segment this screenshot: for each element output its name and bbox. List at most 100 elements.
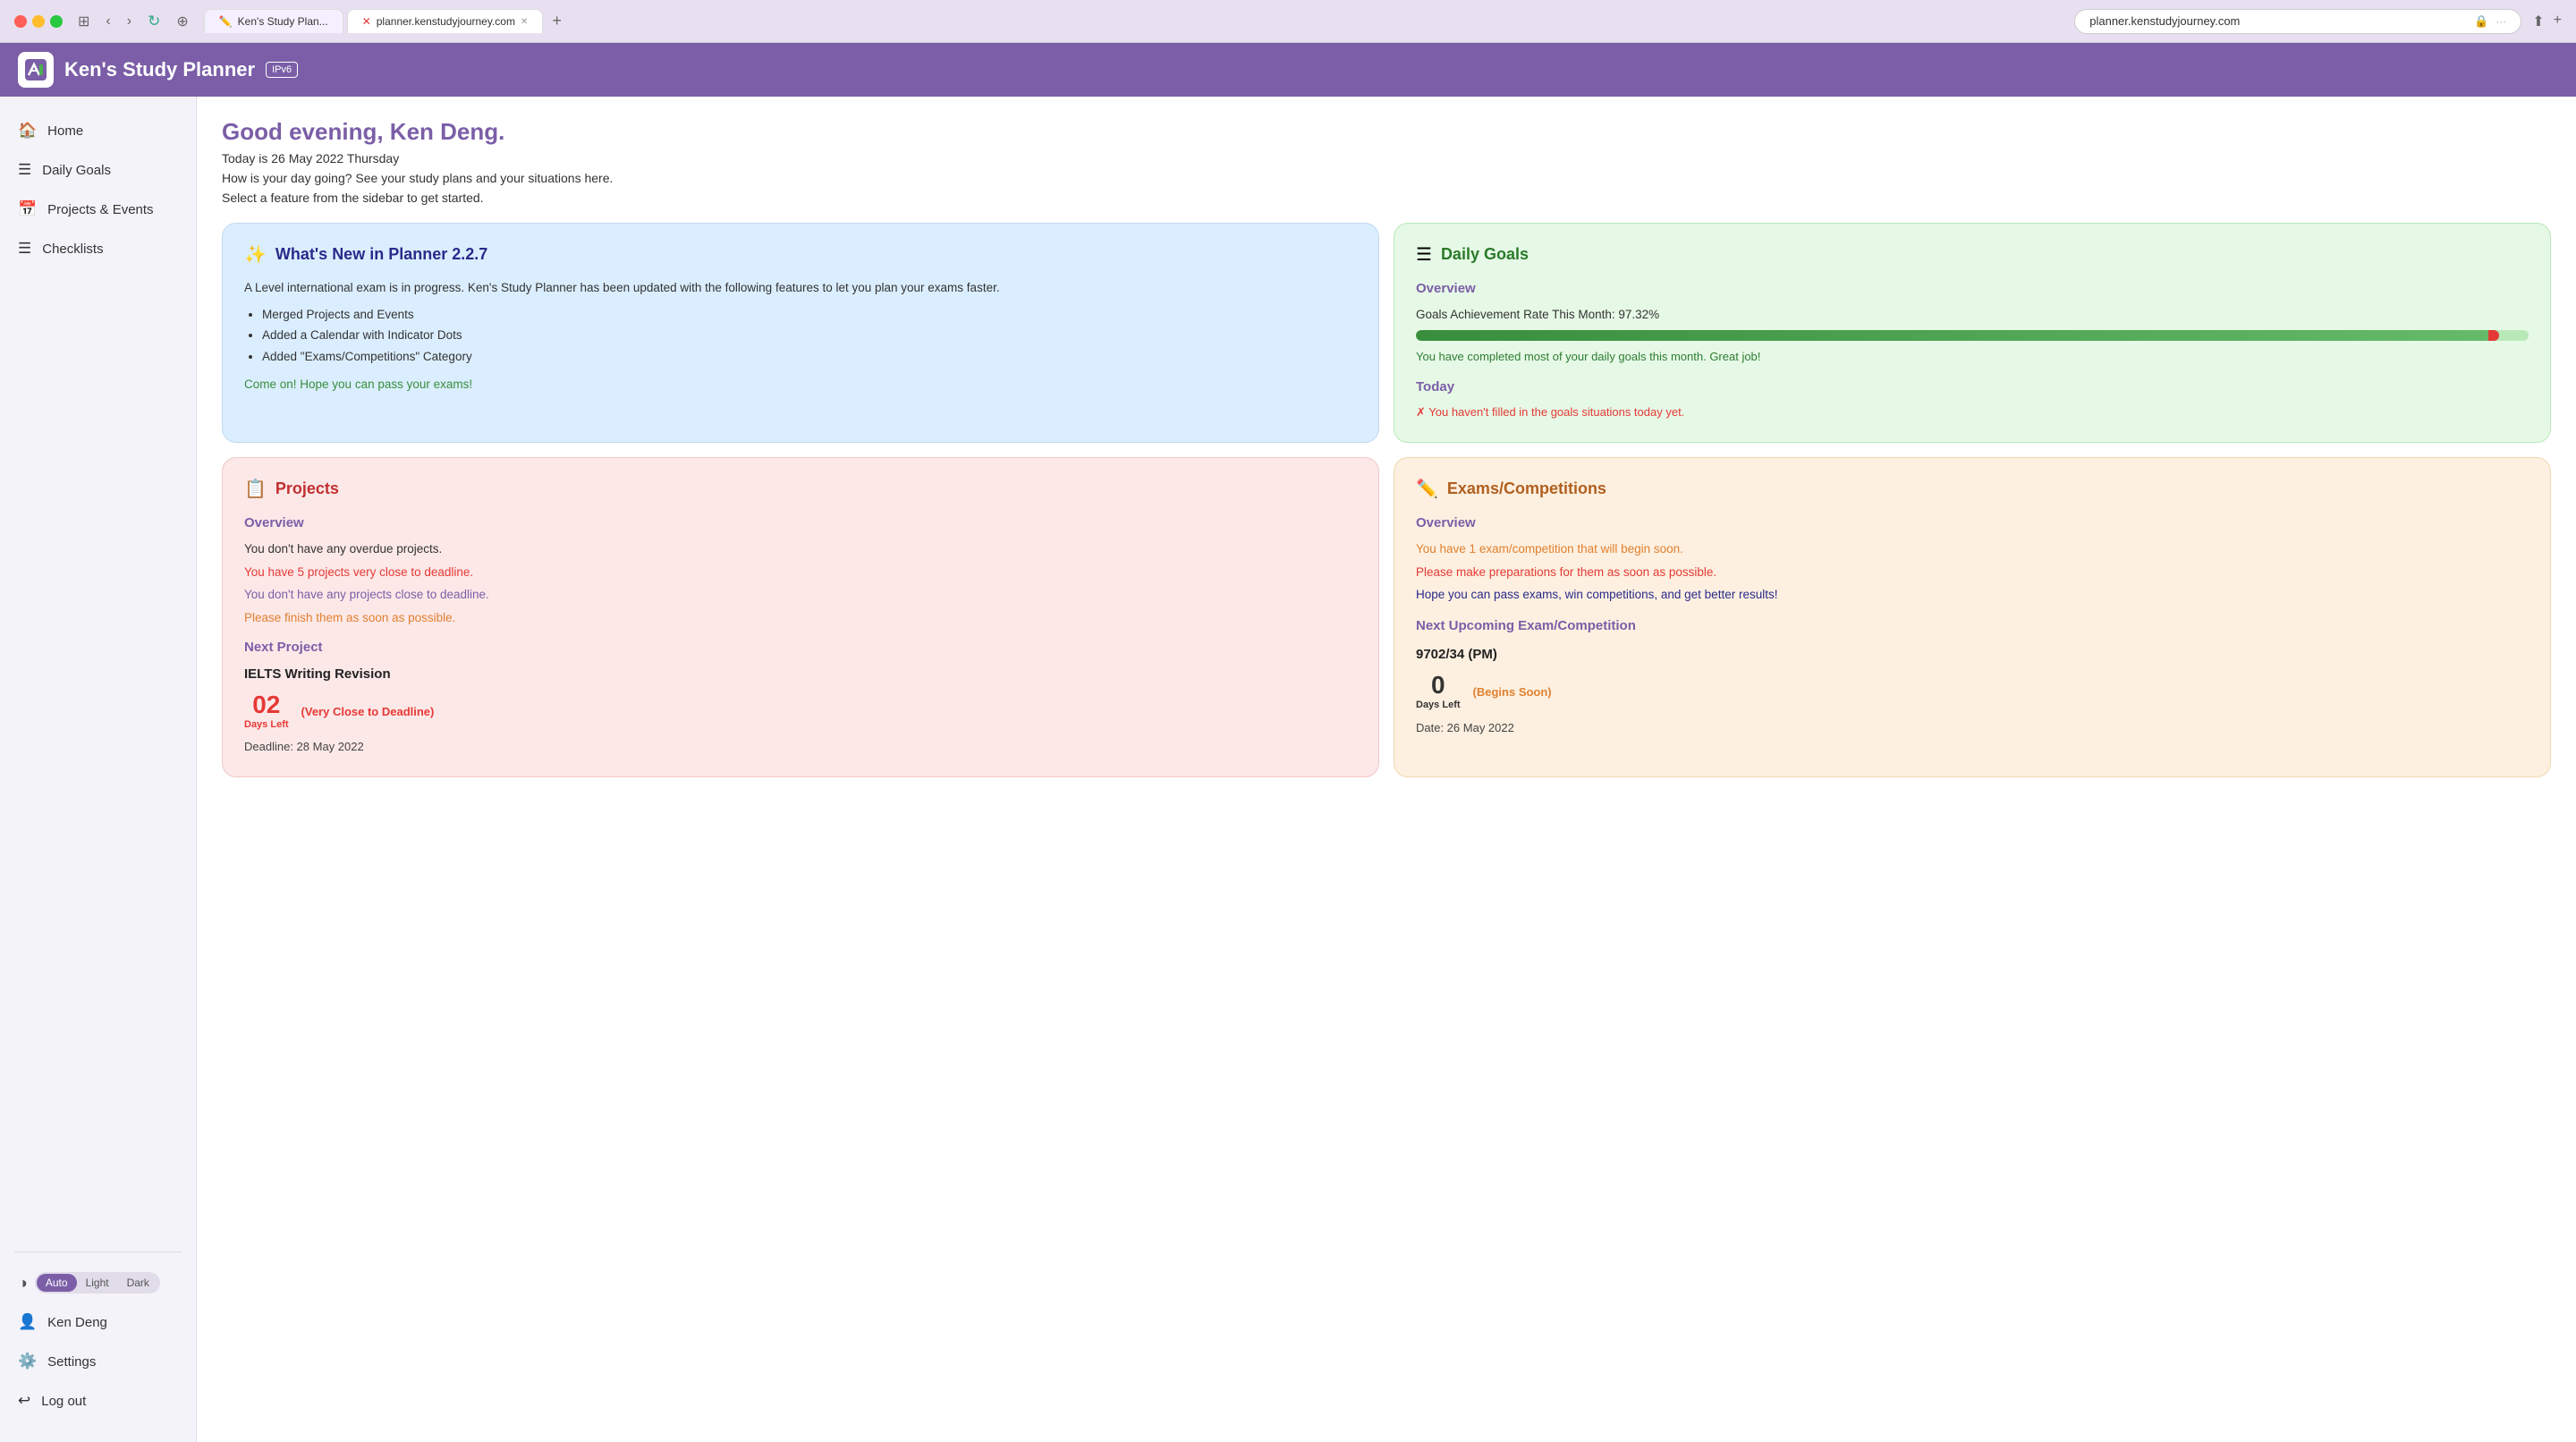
projects-title: Projects bbox=[275, 479, 339, 498]
logout-icon: ↩ bbox=[18, 1392, 30, 1410]
magic-icon: ✨ bbox=[244, 243, 267, 266]
exam-days-number: 0 bbox=[1431, 673, 1445, 698]
browser-actions: ⬆ + bbox=[2532, 13, 2562, 30]
days-label: Days Left bbox=[244, 717, 289, 734]
exam-danger: Please make preparations for them as soo… bbox=[1416, 563, 2529, 582]
tab-2[interactable]: ✕ planner.kenstudyjourney.com ✕ bbox=[347, 9, 544, 33]
exam-name: 9702/34 (PM) bbox=[1416, 644, 2529, 666]
projects-overview-label: Overview bbox=[244, 513, 1357, 534]
share-action-icon[interactable]: ⬆ bbox=[2532, 13, 2544, 30]
begins-soon-badge: (Begins Soon) bbox=[1473, 683, 1552, 702]
none-close-text: You don't have any projects close to dea… bbox=[244, 585, 1357, 605]
sidebar-item-checklists-label: Checklists bbox=[42, 242, 103, 257]
sidebar-item-checklists[interactable]: ☰ Checklists bbox=[0, 229, 196, 268]
bullet-1: Merged Projects and Events bbox=[262, 305, 1357, 325]
project-name: IELTS Writing Revision bbox=[244, 664, 1357, 685]
close-button[interactable] bbox=[14, 15, 27, 28]
sidebar-item-daily-goals[interactable]: ☰ Daily Goals bbox=[0, 150, 196, 190]
tab-1[interactable]: ✏️ Ken's Study Plan... bbox=[204, 9, 343, 33]
forward-icon[interactable]: › bbox=[123, 12, 136, 31]
lock-icon: 🔒 bbox=[2474, 14, 2488, 29]
url-bar[interactable]: planner.kenstudyjourney.com 🔒 ··· bbox=[2074, 9, 2521, 34]
sidebar-item-projects[interactable]: 📅 Projects & Events bbox=[0, 190, 196, 229]
sidebar-item-daily-goals-label: Daily Goals bbox=[42, 163, 111, 178]
next-exam-label: Next Upcoming Exam/Competition bbox=[1416, 615, 2529, 637]
goals-list-icon: ☰ bbox=[1416, 243, 1432, 266]
checklist-icon: ☰ bbox=[18, 240, 31, 258]
gear-icon: ⚙️ bbox=[18, 1353, 37, 1370]
whats-new-body: A Level international exam is in progres… bbox=[244, 278, 1357, 394]
share-icon[interactable]: ⊕ bbox=[172, 11, 192, 32]
goals-today-label: Today bbox=[1416, 377, 2529, 398]
theme-pill: Auto Light Dark bbox=[35, 1272, 160, 1294]
maximize-button[interactable] bbox=[50, 15, 63, 28]
bullet-2: Added a Calendar with Indicator Dots bbox=[262, 326, 1357, 345]
back-icon[interactable]: ‹ bbox=[101, 12, 114, 31]
daily-goals-card: ☰ Daily Goals Overview Goals Achievement… bbox=[1394, 223, 2551, 443]
very-close-text: You have 5 projects very close to deadli… bbox=[244, 563, 1357, 582]
user-icon: 👤 bbox=[18, 1313, 37, 1331]
app-header: Ken's Study Planner IPv6 bbox=[0, 43, 2576, 97]
whats-new-card-header: ✨ What's New in Planner 2.2.7 bbox=[244, 243, 1357, 266]
tab-bar: ✏️ Ken's Study Plan... ✕ planner.kenstud… bbox=[204, 9, 2064, 33]
sidebar-item-home[interactable]: 🏠 Home bbox=[0, 111, 196, 150]
sidebar-item-logout[interactable]: ↩ Log out bbox=[0, 1381, 196, 1421]
project-deadline-row: 02 Days Left (Very Close to Deadline) bbox=[244, 692, 1357, 734]
select-line: Select a feature from the sidebar to get… bbox=[222, 191, 2551, 205]
exams-overview-label: Overview bbox=[1416, 513, 2529, 534]
projects-body: Overview You don't have any overdue proj… bbox=[244, 513, 1357, 757]
sidebar-item-settings[interactable]: ⚙️ Settings bbox=[0, 1342, 196, 1381]
goals-encourage: You have completed most of your daily go… bbox=[1416, 348, 2529, 367]
whats-new-text: A Level international exam is in progres… bbox=[244, 278, 1357, 298]
whats-new-bullets: Merged Projects and Events Added a Calen… bbox=[262, 305, 1357, 367]
theme-auto-option[interactable]: Auto bbox=[37, 1274, 77, 1292]
refresh-icon[interactable]: ↻ bbox=[143, 11, 165, 32]
how-line: How is your day going? See your study pl… bbox=[222, 171, 2551, 185]
new-tab-button[interactable]: + bbox=[547, 12, 567, 30]
exams-body: Overview You have 1 exam/competition tha… bbox=[1416, 513, 2529, 737]
exam-days-label: Days Left bbox=[1416, 698, 1461, 714]
sidebar-nav: 🏠 Home ☰ Daily Goals 📅 Projects & Events… bbox=[0, 111, 196, 1241]
exam-hope: Hope you can pass exams, win competition… bbox=[1416, 585, 2529, 605]
sidebar-item-user[interactable]: 👤 Ken Deng bbox=[0, 1302, 196, 1342]
whats-new-title: What's New in Planner 2.2.7 bbox=[275, 245, 487, 264]
goals-rate-text: Goals Achievement Rate This Month: 97.32… bbox=[1416, 305, 2529, 325]
browser-nav-controls: ⊞ ‹ › ↻ ⊕ bbox=[73, 11, 193, 32]
new-tab-action-icon[interactable]: + bbox=[2554, 13, 2562, 30]
theme-light-option[interactable]: Light bbox=[77, 1274, 118, 1292]
sidebar-item-home-label: Home bbox=[47, 123, 83, 139]
next-project-label: Next Project bbox=[244, 637, 1357, 658]
exams-card-header: ✏️ Exams/Competitions bbox=[1416, 478, 2529, 500]
cards-grid: ✨ What's New in Planner 2.2.7 A Level in… bbox=[222, 223, 2551, 777]
app-title: Ken's Study Planner bbox=[64, 58, 255, 81]
deadline-text: Deadline: 28 May 2022 bbox=[244, 738, 1357, 757]
exams-icon: ✏️ bbox=[1416, 478, 1438, 500]
main-layout: 🏠 Home ☰ Daily Goals 📅 Projects & Events… bbox=[0, 97, 2576, 1442]
tab-2-close-icon[interactable]: ✕ bbox=[521, 17, 528, 27]
exam-warning: You have 1 exam/competition that will be… bbox=[1416, 539, 2529, 559]
tab-1-label: Ken's Study Plan... bbox=[238, 15, 328, 28]
greeting: Good evening, Ken Deng. bbox=[222, 118, 2551, 146]
sidebar-item-user-label: Ken Deng bbox=[47, 1315, 107, 1330]
sidebar: 🏠 Home ☰ Daily Goals 📅 Projects & Events… bbox=[0, 97, 197, 1442]
browser-chrome: ⊞ ‹ › ↻ ⊕ ✏️ Ken's Study Plan... ✕ plann… bbox=[0, 0, 2576, 43]
exam-deadline-row: 0 Days Left (Begins Soon) bbox=[1416, 673, 2529, 714]
sidebar-toggle-icon[interactable]: ⊞ bbox=[73, 11, 94, 32]
goals-progress-marker bbox=[2488, 330, 2499, 341]
daily-goals-title: Daily Goals bbox=[1441, 245, 1529, 264]
theme-toggle: ◑ Auto Light Dark bbox=[0, 1263, 196, 1302]
days-number: 02 bbox=[252, 692, 280, 717]
goals-progress-fill bbox=[1416, 330, 2499, 341]
no-overdue-text: You don't have any overdue projects. bbox=[244, 539, 1357, 559]
finish-soon-text: Please finish them as soon as possible. bbox=[244, 608, 1357, 628]
app-logo bbox=[18, 52, 54, 88]
url-text: planner.kenstudyjourney.com bbox=[2089, 14, 2240, 28]
whats-new-encourage: Come on! Hope you can pass your exams! bbox=[244, 375, 1357, 394]
sidebar-item-settings-label: Settings bbox=[47, 1354, 96, 1370]
theme-circle-icon: ◑ bbox=[18, 1274, 28, 1293]
theme-dark-option[interactable]: Dark bbox=[118, 1274, 158, 1292]
ipv6-badge: IPv6 bbox=[266, 62, 298, 78]
projects-icon: 📋 bbox=[244, 478, 267, 500]
minimize-button[interactable] bbox=[32, 15, 45, 28]
sidebar-divider bbox=[14, 1251, 182, 1252]
